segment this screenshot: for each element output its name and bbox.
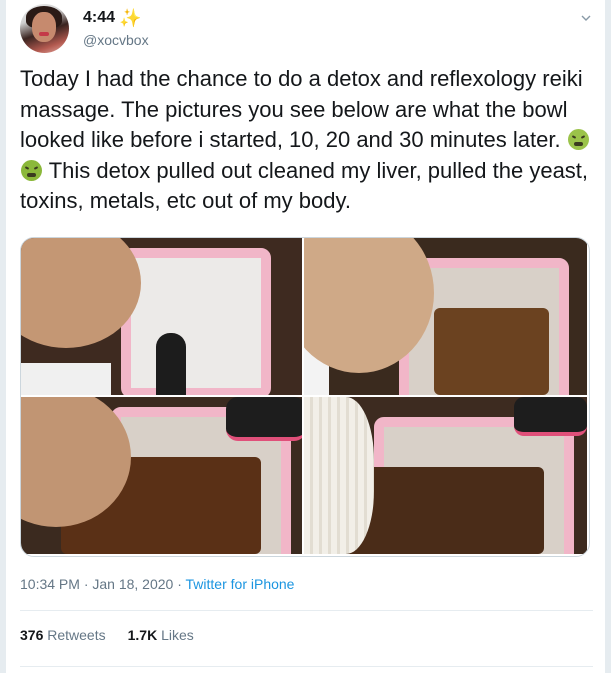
tweet-meta: 10:34 PM · Jan 18, 2020 · Twitter for iP…: [20, 576, 294, 592]
tweet-text-part1: Today I had the chance to do a detox and…: [20, 66, 583, 152]
divider-bottom: [20, 666, 593, 667]
tweet-header: 4:44 ✨ @xocvbox: [20, 4, 595, 56]
photo-4[interactable]: [304, 397, 587, 554]
divider: [20, 610, 593, 611]
retweets-stat[interactable]: 376 Retweets: [20, 627, 106, 643]
tweet-source-link[interactable]: Twitter for iPhone: [186, 576, 295, 592]
display-name[interactable]: 4:44 ✨: [83, 9, 141, 27]
retweets-label: Retweets: [47, 627, 106, 643]
photo-2[interactable]: [304, 238, 587, 395]
tweet-timestamp[interactable]: 10:34 PM · Jan 18, 2020: [20, 576, 173, 592]
likes-stat[interactable]: 1.7K Likes: [128, 627, 194, 643]
nauseated-face-icon: [21, 159, 42, 181]
sneezing-face-icon: [567, 129, 589, 150]
avatar[interactable]: [20, 4, 69, 53]
meta-separator: ·: [173, 576, 186, 592]
photo-grid: [20, 237, 590, 557]
display-name-text[interactable]: 4:44: [83, 9, 115, 27]
photo-3[interactable]: [21, 397, 302, 554]
user-handle[interactable]: @xocvbox: [83, 32, 149, 48]
sparkles-icon: ✨: [119, 8, 142, 28]
photo-1[interactable]: [21, 238, 302, 395]
tweet-text: Today I had the chance to do a detox and…: [20, 64, 595, 217]
likes-label: Likes: [161, 627, 194, 643]
tweet-text-part2: This detox pulled out cleaned my liver, …: [20, 157, 589, 214]
tweet-card: 4:44 ✨ @xocvbox Today I had the chance t…: [5, 0, 606, 673]
tweet-stats: 376 Retweets 1.7K Likes: [20, 627, 194, 643]
retweets-count: 376: [20, 627, 44, 643]
likes-count: 1.7K: [127, 627, 158, 643]
chevron-down-icon[interactable]: [581, 13, 591, 23]
